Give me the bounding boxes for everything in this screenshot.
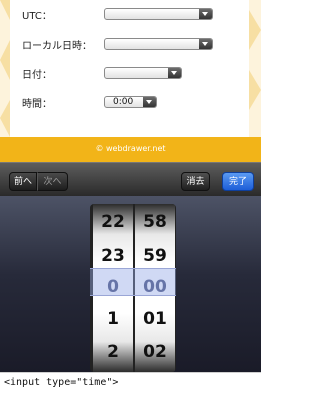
screenshot-frame: UTC： ローカル日時： 日付： 時間： 0:00 © webdrawer.ne…: [0, 0, 261, 410]
chevron-down-icon: [199, 39, 212, 49]
caption: <input type="time">: [0, 372, 261, 410]
site-footer: © webdrawer.net: [0, 137, 261, 162]
form-area: UTC： ローカル日時： 日付： 時間： 0:00: [0, 0, 261, 137]
utc-select[interactable]: [104, 8, 213, 20]
next-button[interactable]: 次へ: [37, 172, 68, 191]
time-row: 時間：: [22, 94, 52, 110]
local-datetime-label: ローカル日時：: [22, 40, 92, 52]
clear-button[interactable]: 消去: [181, 172, 210, 191]
chevron-down-icon: [199, 9, 212, 19]
keyboard-toolbar: 前へ 次へ 消去 完了: [0, 162, 261, 196]
hour-option[interactable]: 23: [93, 246, 133, 266]
selection-indicator: [90, 268, 176, 296]
done-button[interactable]: 完了: [222, 172, 254, 191]
minute-option[interactable]: 58: [135, 212, 175, 232]
minute-option[interactable]: 02: [135, 342, 175, 362]
hour-option[interactable]: 2: [93, 342, 133, 362]
chevron-down-icon: [168, 68, 181, 78]
prev-button[interactable]: 前へ: [9, 172, 37, 191]
local-row: ローカル日時：: [22, 36, 92, 52]
date-label: 日付：: [22, 69, 52, 81]
date-row: 日付：: [22, 65, 52, 81]
utc-row: UTC：: [22, 6, 52, 22]
copyright-text: © webdrawer.net: [95, 144, 166, 153]
caption-text: <input type="time">: [4, 377, 119, 388]
time-picker: 22 23 0 1 2 58 59 00 01 02: [0, 196, 261, 372]
time-select[interactable]: 0:00: [104, 96, 157, 108]
utc-label: UTC：: [22, 10, 52, 22]
date-select[interactable]: [104, 67, 182, 79]
time-value: 0:00: [113, 97, 134, 107]
hour-option[interactable]: 22: [93, 212, 133, 232]
hour-option[interactable]: 1: [93, 309, 133, 329]
local-datetime-select[interactable]: [104, 38, 213, 50]
minute-option[interactable]: 01: [135, 309, 175, 329]
chevron-down-icon: [143, 97, 156, 107]
time-label: 時間：: [22, 98, 52, 110]
minute-option[interactable]: 59: [135, 246, 175, 266]
